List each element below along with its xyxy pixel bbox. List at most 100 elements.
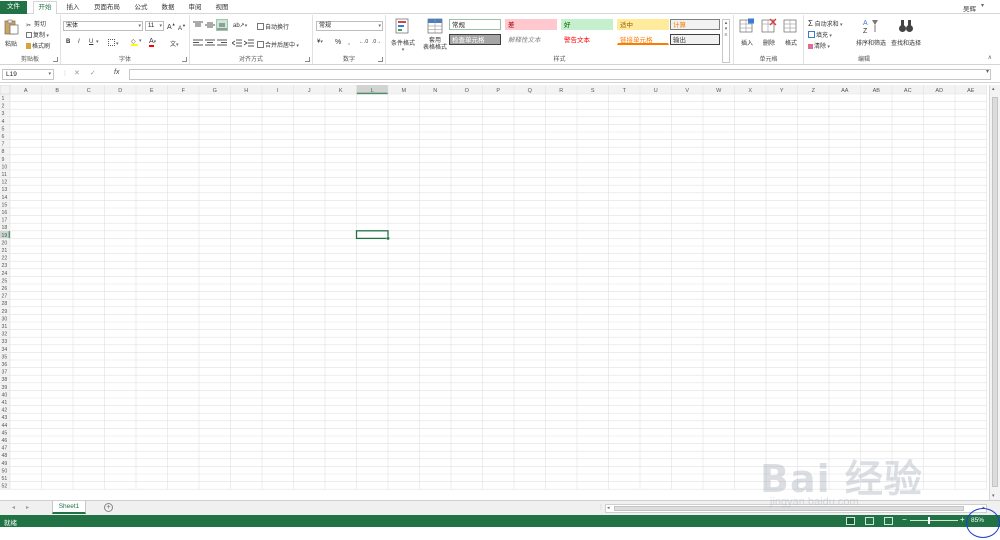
number-format-select[interactable]: 常规 ▾	[316, 21, 383, 31]
row-header-50[interactable]: 50	[2, 468, 8, 474]
column-header-AD[interactable]: AD	[935, 88, 943, 94]
merge-center-button[interactable]: 合并后居中 ▾	[257, 40, 299, 49]
row-header-3[interactable]: 3	[2, 111, 5, 117]
user-name[interactable]: 吴辉	[963, 3, 976, 13]
underline-button[interactable]: U	[89, 39, 93, 45]
row-header-42[interactable]: 42	[2, 408, 8, 414]
insert-function-button[interactable]: fx	[114, 69, 119, 76]
align-center-icon[interactable]	[205, 39, 215, 47]
row-header-41[interactable]: 41	[2, 400, 8, 406]
column-header-C[interactable]: C	[87, 88, 91, 94]
tab-formulas[interactable]: 公式	[130, 2, 152, 14]
sort-filter-button[interactable]: AZ 排序和筛选	[854, 18, 888, 47]
conditional-format-button[interactable]: 条件格式 ▾	[388, 18, 418, 53]
column-header-E[interactable]: E	[150, 88, 154, 94]
column-header-S[interactable]: S	[591, 88, 595, 94]
accounting-format-button[interactable]: ¥▾	[317, 39, 323, 45]
comma-button[interactable]: ,	[348, 39, 350, 46]
format-painter-button[interactable]: 格式刷	[26, 41, 50, 50]
italic-button[interactable]: I	[78, 39, 80, 45]
cell-style-7[interactable]: 解释性文本	[505, 34, 557, 45]
fill-color-button[interactable]: ◇ ▾	[131, 38, 142, 46]
enter-icon[interactable]: ✓	[90, 70, 106, 77]
vertical-scrollbar[interactable]: ▴ ▾	[989, 85, 1000, 500]
cell-style-9[interactable]: 链接单元格	[617, 34, 669, 45]
column-header-D[interactable]: D	[118, 88, 122, 94]
percent-button[interactable]: %	[335, 39, 341, 46]
expand-formula-bar-icon[interactable]: ▾	[986, 68, 989, 75]
row-header-28[interactable]: 28	[2, 301, 8, 307]
wrap-text-button[interactable]: 自动换行	[257, 22, 289, 31]
column-header-B[interactable]: B	[55, 88, 59, 94]
column-header-M[interactable]: M	[401, 88, 406, 94]
column-header-AC[interactable]: AC	[904, 88, 912, 94]
decrease-indent-icon[interactable]	[232, 39, 242, 47]
row-header-49[interactable]: 49	[2, 461, 8, 467]
row-header-22[interactable]: 22	[2, 256, 8, 262]
fill-handle[interactable]	[386, 236, 390, 241]
row-header-40[interactable]: 40	[2, 392, 8, 398]
page-layout-view-icon[interactable]	[865, 517, 874, 525]
paste-button[interactable]: 粘贴	[2, 19, 20, 48]
format-as-table-button[interactable]: 套用 表格格式	[420, 18, 450, 52]
row-header-38[interactable]: 38	[2, 377, 8, 383]
prev-sheet-icon[interactable]: ◂	[12, 504, 15, 511]
orientation-button[interactable]: ab↗▾	[233, 22, 247, 29]
cut-button[interactable]: ✂ 剪切	[26, 19, 46, 29]
scroll-up-icon[interactable]: ▴	[992, 86, 995, 92]
row-header-30[interactable]: 30	[2, 316, 8, 322]
row-header-14[interactable]: 14	[2, 195, 8, 201]
find-select-button[interactable]: 查找和选择	[889, 18, 923, 47]
next-sheet-icon[interactable]: ▸	[26, 504, 29, 511]
row-header-11[interactable]: 11	[2, 172, 7, 178]
row-header-27[interactable]: 27	[2, 294, 8, 300]
row-header-51[interactable]: 51	[2, 476, 8, 482]
column-header-A[interactable]: A	[24, 88, 28, 94]
row-header-5[interactable]: 5	[2, 126, 5, 132]
active-cell[interactable]	[355, 230, 389, 240]
row-header-1[interactable]: 1	[2, 96, 5, 102]
border-button[interactable]: ▾	[108, 39, 119, 47]
column-header-O[interactable]: O	[465, 88, 470, 94]
cancel-icon[interactable]: ✕	[74, 70, 90, 77]
column-header-P[interactable]: P	[496, 88, 500, 94]
add-sheet-button[interactable]: +	[104, 503, 113, 512]
row-header-47[interactable]: 47	[2, 446, 8, 452]
user-dropdown-icon[interactable]: ▾	[981, 2, 984, 9]
tab-file[interactable]: 文件	[0, 1, 27, 14]
row-header-7[interactable]: 7	[2, 142, 5, 148]
tab-view[interactable]: 视图	[211, 2, 233, 14]
scroll-left-icon[interactable]: ◂	[607, 505, 610, 511]
align-top-icon[interactable]	[193, 21, 203, 29]
row-header-52[interactable]: 52	[2, 484, 8, 490]
format-cells-button[interactable]: 格式	[782, 18, 800, 47]
row-header-43[interactable]: 43	[2, 415, 8, 421]
autosum-button[interactable]: Σ 自动求和 ▾	[808, 19, 843, 28]
align-bottom-button[interactable]	[216, 19, 228, 31]
column-header-X[interactable]: X	[748, 88, 752, 94]
row-header-20[interactable]: 20	[2, 240, 8, 246]
tab-insert[interactable]: 插入	[62, 2, 84, 14]
row-header-16[interactable]: 16	[2, 210, 8, 216]
column-header-Q[interactable]: Q	[528, 88, 533, 94]
row-header-31[interactable]: 31	[2, 324, 8, 330]
cell-style-10[interactable]: 输出	[670, 34, 720, 45]
row-header-29[interactable]: 29	[2, 309, 8, 315]
increase-decimal-button[interactable]: ←.0	[359, 39, 368, 45]
column-header-R[interactable]: R	[559, 88, 563, 94]
row-header-17[interactable]: 17	[2, 218, 8, 224]
font-size-select[interactable]: 11 ▾	[145, 21, 164, 31]
column-header-H[interactable]: H	[244, 88, 248, 94]
row-header-33[interactable]: 33	[2, 339, 8, 345]
column-header-J[interactable]: J	[308, 88, 311, 94]
font-name-select[interactable]: 宋体 ▾	[63, 21, 143, 31]
column-header-AB[interactable]: AB	[873, 88, 881, 94]
delete-cells-button[interactable]: 删除	[760, 18, 778, 47]
decrease-decimal-button[interactable]: .0→	[372, 39, 381, 45]
row-header-6[interactable]: 6	[2, 134, 5, 140]
insert-cells-button[interactable]: 插入	[738, 18, 756, 47]
row-header-45[interactable]: 45	[2, 430, 8, 436]
row-header-8[interactable]: 8	[2, 149, 5, 155]
clipboard-launcher-icon[interactable]	[53, 57, 58, 62]
font-launcher-icon[interactable]	[182, 57, 187, 62]
